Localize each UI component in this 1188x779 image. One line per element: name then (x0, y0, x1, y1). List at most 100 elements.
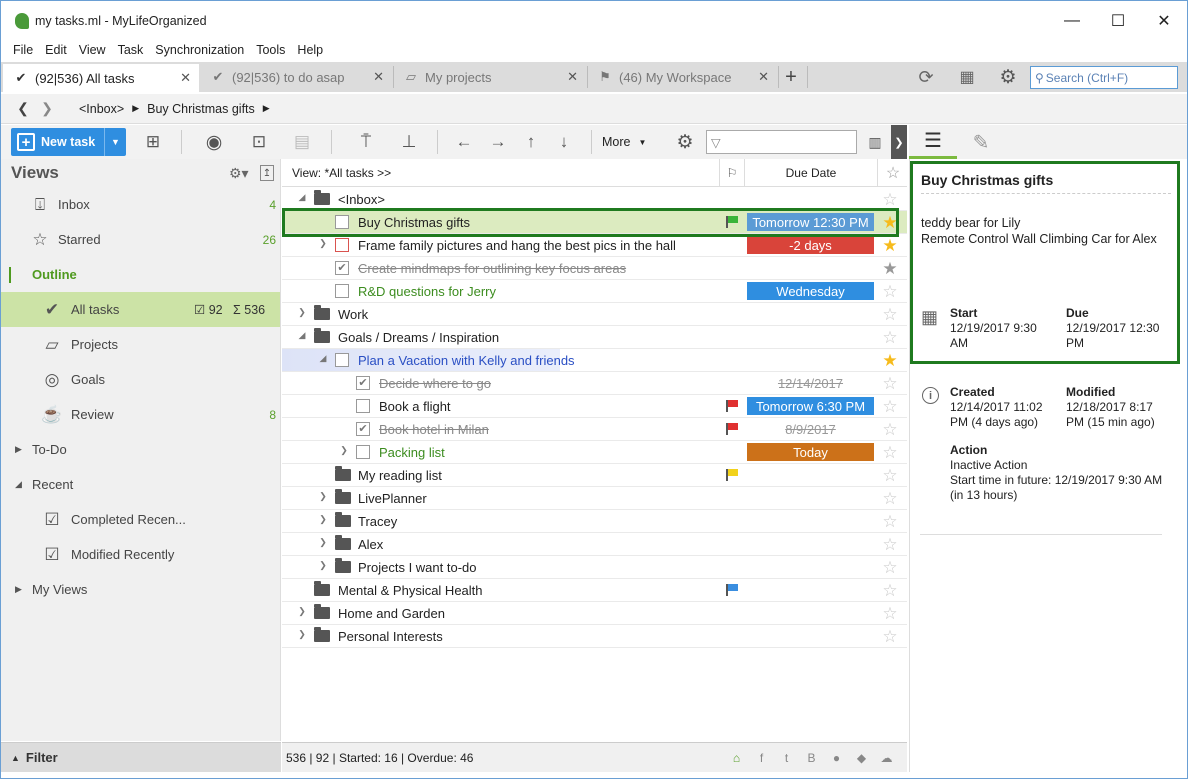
menu-help[interactable]: Help (291, 43, 329, 57)
star-icon[interactable]: ☆ (880, 466, 900, 486)
expand-arrow-icon[interactable]: ▶ (15, 444, 22, 455)
task-row[interactable]: Book a flight Tomorrow 6:30 PM ☆ (282, 395, 907, 418)
star-column-icon[interactable]: ☆ (879, 159, 907, 187)
star-icon[interactable]: ☆ (880, 190, 900, 210)
sidebar-item-projects[interactable]: ▱ Projects (1, 327, 280, 362)
close-icon[interactable]: ✕ (567, 69, 578, 85)
expand-arrow-icon[interactable]: ❯ (296, 606, 308, 617)
star-icon[interactable]: ☆ (880, 305, 900, 325)
move-right-arrow-icon[interactable]: → (485, 130, 511, 154)
blog-icon[interactable]: B (799, 751, 824, 765)
task-checkbox-checked[interactable]: ✔ (335, 261, 349, 275)
task-row[interactable]: ❯ Home and Garden ☆ (282, 602, 907, 625)
menu-synchronization[interactable]: Synchronization (149, 43, 250, 57)
facebook-icon[interactable]: f (749, 751, 774, 765)
move-down-arrow-icon[interactable]: ↓ (551, 130, 577, 154)
star-icon[interactable]: ☆ (880, 489, 900, 509)
details-task-title[interactable]: Buy Christmas gifts (921, 172, 1053, 188)
expand-arrow-icon[interactable]: ❯ (317, 238, 329, 249)
hierarchy-icon[interactable]: ⊥ (396, 130, 422, 154)
search-input[interactable]: ⚲ Search (Ctrl+F) (1030, 66, 1178, 89)
star-icon[interactable]: ★ (880, 351, 900, 371)
task-checkbox[interactable] (356, 445, 370, 459)
sidebar-item-inbox[interactable]: ⍗ Inbox 4 (1, 187, 280, 222)
expand-arrow-icon[interactable]: ❯ (296, 629, 308, 640)
task-row[interactable]: ◢ Plan a Vacation with Kelly and friends… (282, 349, 907, 372)
focus-icon[interactable]: ⊡ (246, 130, 272, 154)
task-row[interactable]: ❯ Work ☆ (282, 303, 907, 326)
task-row[interactable]: ✔ Book hotel in Milan 8/9/2017 ☆ (282, 418, 907, 441)
sidebar-item-review[interactable]: ☕ Review 8 (1, 397, 280, 432)
pin-panel-icon[interactable]: ↥ (260, 165, 274, 181)
close-icon[interactable]: ✕ (180, 70, 191, 86)
apple-icon[interactable]: ● (824, 751, 849, 765)
menu-task[interactable]: Task (112, 43, 150, 57)
expand-arrow-icon[interactable]: ❯ (317, 560, 329, 571)
menu-edit[interactable]: Edit (39, 43, 73, 57)
new-task-dropdown[interactable]: ▼ (104, 128, 126, 156)
star-icon[interactable]: ☆ (880, 282, 900, 302)
columns-icon[interactable]: ▥ (862, 130, 888, 154)
due-date-block[interactable]: Due 12/19/2017 12:30 PM (1066, 306, 1159, 351)
view-settings-gear-icon[interactable]: ⚙ (672, 130, 698, 154)
forward-arrow-icon[interactable]: ❯ (35, 100, 59, 117)
star-icon[interactable]: ★ (880, 259, 900, 279)
star-icon[interactable]: ☆ (880, 397, 900, 417)
task-row[interactable]: ◢ Goals / Dreams / Inspiration ☆ (282, 326, 907, 349)
sync-icon[interactable]: ⟳ (913, 65, 939, 89)
sidebar-section-my-views[interactable]: ▶ My Views (1, 572, 280, 607)
eye-icon[interactable]: ◉ (201, 130, 227, 154)
menu-view[interactable]: View (73, 43, 112, 57)
star-icon[interactable]: ★ (880, 236, 900, 256)
task-row[interactable]: ✔ Create mindmaps for outlining key focu… (282, 257, 907, 280)
star-icon[interactable]: ☆ (880, 420, 900, 440)
close-window-button[interactable]: ✕ (1141, 1, 1187, 41)
close-icon[interactable]: ✕ (758, 69, 769, 85)
sidebar-section-to-do[interactable]: ▶ To-Do (1, 432, 280, 467)
task-row[interactable]: ❯ LivePlanner ☆ (282, 487, 907, 510)
notes-icon[interactable]: ▤ (289, 130, 315, 154)
expand-arrow-icon[interactable]: ❯ (338, 445, 350, 456)
sidebar-item-goals[interactable]: ◎ Goals (1, 362, 280, 397)
task-row[interactable]: ❯ Packing list Today ☆ (282, 441, 907, 464)
pin-icon[interactable]: ⍑ (353, 130, 379, 154)
task-row[interactable]: ❯ Tracey ☆ (282, 510, 907, 533)
tab-my-projects[interactable]: ▱ My projects ✕ (393, 62, 586, 92)
task-checkbox-checked[interactable]: ✔ (356, 376, 370, 390)
star-icon[interactable]: ☆ (880, 604, 900, 624)
star-icon[interactable]: ☆ (880, 581, 900, 601)
star-icon[interactable]: ☆ (880, 443, 900, 463)
twitter-icon[interactable]: t (774, 751, 799, 765)
task-row[interactable]: R&D questions for Jerry Wednesday ☆ (282, 280, 907, 303)
task-checkbox[interactable] (356, 399, 370, 413)
task-row[interactable]: My reading list ☆ (282, 464, 907, 487)
task-checkbox-checked[interactable]: ✔ (356, 422, 370, 436)
calendar-icon[interactable]: ▦ (954, 65, 980, 89)
sidebar-item-modified-recently[interactable]: ☑ Modified Recently (1, 537, 280, 572)
collapse-arrow-icon[interactable]: ◢ (317, 353, 329, 364)
add-tab-button[interactable]: + (778, 65, 804, 89)
maximize-button[interactable]: ☐ (1095, 1, 1141, 41)
collapse-right-pane-icon[interactable]: ❯ (891, 125, 907, 159)
move-left-arrow-icon[interactable]: ← (451, 130, 477, 154)
red-flag-icon[interactable] (725, 423, 739, 435)
expand-arrow-icon[interactable]: ❯ (317, 537, 329, 548)
sidebar-section-outline[interactable]: Outline (1, 257, 280, 292)
tab-all-tasks[interactable]: ✔ (92|536) All tasks ✕ (3, 62, 199, 92)
breadcrumb-inbox[interactable]: <Inbox> (79, 102, 124, 116)
start-date-block[interactable]: Start 12/19/2017 9:30 AM (950, 306, 1037, 351)
task-checkbox[interactable] (335, 353, 349, 367)
details-list-tab[interactable]: ☰ (909, 125, 957, 159)
due-date-header[interactable]: Due Date (745, 159, 878, 187)
more-button[interactable]: More ▼ (602, 130, 646, 154)
collapse-arrow-icon[interactable]: ◢ (15, 479, 22, 490)
tab-my-workspace[interactable]: ⚑ (46) My Workspace ✕ (587, 62, 777, 92)
add-subtask-icon[interactable]: ⊞ (140, 130, 166, 154)
view-label[interactable]: View: *All tasks >> (292, 166, 391, 180)
task-row[interactable]: ❯ Alex ☆ (282, 533, 907, 556)
collapse-arrow-icon[interactable]: ◢ (296, 192, 308, 203)
minimize-button[interactable]: — (1049, 1, 1095, 41)
sidebar-item-all-tasks[interactable]: ✔ All tasks ☑ 92 Σ 536 (1, 292, 280, 327)
star-icon[interactable]: ☆ (880, 512, 900, 532)
filter-panel-toggle[interactable]: ▲ Filter (1, 742, 281, 772)
